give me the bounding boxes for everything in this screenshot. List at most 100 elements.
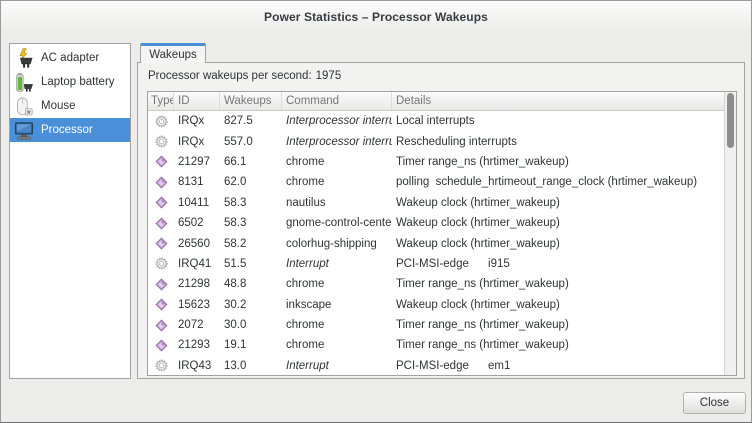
tab-wakeups[interactable]: Wakeups bbox=[140, 43, 206, 63]
row-id: 6502 bbox=[174, 217, 220, 229]
interrupt-gear-icon bbox=[155, 257, 168, 270]
table-row[interactable]: 21298 48.8 chrome Timer range_ns (hrtime… bbox=[148, 274, 736, 294]
row-details: polling schedule_hrtimeout_range_clock (… bbox=[392, 176, 736, 188]
row-details: Local interrupts bbox=[392, 115, 736, 127]
sidebar-item-label: AC adapter bbox=[41, 52, 99, 64]
process-diamond-icon bbox=[155, 217, 168, 230]
sidebar-item-mouse[interactable]: Mouse bbox=[10, 94, 130, 118]
sidebar-item-processor[interactable]: Processor bbox=[10, 118, 130, 142]
row-id: 10411 bbox=[174, 197, 220, 209]
table-body: IRQx 827.5 Interprocessor interrupt Loca… bbox=[148, 111, 736, 375]
table-row[interactable]: IRQx 557.0 Interprocessor interrupt Resc… bbox=[148, 131, 736, 151]
row-id: 26560 bbox=[174, 238, 220, 250]
row-details: Rescheduling interrupts bbox=[392, 136, 736, 148]
column-header-wakeups[interactable]: Wakeups bbox=[220, 92, 282, 110]
row-id: 21297 bbox=[174, 156, 220, 168]
row-details: Wakeup clock (hrtimer_wakeup) bbox=[392, 217, 736, 229]
row-wakeups: 13.0 bbox=[220, 360, 282, 372]
interrupt-gear-icon bbox=[155, 359, 168, 372]
table-row[interactable]: IRQx 827.5 Interprocessor interrupt Loca… bbox=[148, 111, 736, 131]
column-header-id[interactable]: ID bbox=[174, 92, 220, 110]
process-diamond-icon bbox=[155, 339, 168, 352]
process-diamond-icon bbox=[155, 196, 168, 209]
row-details: Timer range_ns (hrtimer_wakeup) bbox=[392, 278, 736, 290]
row-id: 21293 bbox=[174, 339, 220, 351]
ac-adapter-icon bbox=[14, 48, 34, 69]
vertical-scrollbar[interactable] bbox=[724, 92, 736, 375]
scrollbar-thumb[interactable] bbox=[727, 93, 734, 148]
sidebar-item-ac-adapter[interactable]: AC adapter bbox=[10, 46, 130, 70]
row-id: 21298 bbox=[174, 278, 220, 290]
processor-icon bbox=[14, 120, 34, 141]
row-wakeups: 19.1 bbox=[220, 339, 282, 351]
interrupt-gear-icon bbox=[155, 115, 168, 128]
row-details: PCI-MSI-edge i915 bbox=[392, 258, 736, 270]
table-row[interactable]: 6502 58.3 gnome-control-center Wakeup cl… bbox=[148, 213, 736, 233]
row-wakeups: 58.2 bbox=[220, 238, 282, 250]
window-title: Power Statistics – Processor Wakeups bbox=[264, 10, 488, 24]
row-details: Wakeup clock (hrtimer_wakeup) bbox=[392, 238, 736, 250]
process-diamond-icon bbox=[155, 278, 168, 291]
row-details: Timer range_ns (hrtimer_wakeup) bbox=[392, 319, 736, 331]
row-command: Interprocessor interrupt bbox=[282, 136, 392, 148]
row-command: Interrupt bbox=[282, 258, 392, 270]
row-wakeups: 30.0 bbox=[220, 319, 282, 331]
row-command: chrome bbox=[282, 278, 392, 290]
sidebar-item-laptop-battery[interactable]: Laptop battery bbox=[10, 70, 130, 94]
row-id: IRQ43 bbox=[174, 360, 220, 372]
column-header-type[interactable]: Type bbox=[148, 92, 174, 110]
row-id: 15623 bbox=[174, 299, 220, 311]
row-command: inkscape bbox=[282, 299, 392, 311]
row-wakeups: 30.2 bbox=[220, 299, 282, 311]
wakeups-summary-label: Processor wakeups per second: bbox=[148, 70, 312, 82]
wakeups-panel: Processor wakeups per second: 1975 Type … bbox=[137, 62, 745, 379]
row-details: Wakeup clock (hrtimer_wakeup) bbox=[392, 299, 736, 311]
column-header-details[interactable]: Details bbox=[392, 92, 736, 110]
row-id: 2072 bbox=[174, 319, 220, 331]
table-row[interactable]: IRQ41 51.5 Interrupt PCI-MSI-edge i915 bbox=[148, 254, 736, 274]
row-details: PCI-MSI-edge em1 bbox=[392, 360, 736, 372]
row-command: Interprocessor interrupt bbox=[282, 115, 392, 127]
row-id: IRQ41 bbox=[174, 258, 220, 270]
row-id: IRQx bbox=[174, 115, 220, 127]
row-details: Timer range_ns (hrtimer_wakeup) bbox=[392, 339, 736, 351]
row-command: gnome-control-center bbox=[282, 217, 392, 229]
column-header-command[interactable]: Command bbox=[282, 92, 392, 110]
row-wakeups: 58.3 bbox=[220, 217, 282, 229]
table-header: Type ID Wakeups Command Details bbox=[148, 92, 736, 111]
interrupt-gear-icon bbox=[155, 135, 168, 148]
process-diamond-icon bbox=[155, 298, 168, 311]
table-row[interactable]: 21293 19.1 chrome Timer range_ns (hrtime… bbox=[148, 335, 736, 355]
table-row[interactable]: 10411 58.3 nautilus Wakeup clock (hrtime… bbox=[148, 193, 736, 213]
table-row[interactable]: 26560 58.2 colorhug-shipping Wakeup cloc… bbox=[148, 233, 736, 253]
table-row[interactable]: 2072 30.0 chrome Timer range_ns (hrtimer… bbox=[148, 315, 736, 335]
process-diamond-icon bbox=[155, 237, 168, 250]
power-statistics-window: Power Statistics – Processor Wakeups AC … bbox=[0, 0, 752, 423]
sidebar-item-label: Mouse bbox=[41, 100, 76, 112]
tab-label: Wakeups bbox=[149, 49, 197, 61]
row-wakeups: 58.3 bbox=[220, 197, 282, 209]
row-details: Timer range_ns (hrtimer_wakeup) bbox=[392, 156, 736, 168]
row-wakeups: 827.5 bbox=[220, 115, 282, 127]
sidebar-item-label: Processor bbox=[41, 124, 93, 136]
table-row[interactable]: IRQ43 13.0 Interrupt PCI-MSI-edge em1 bbox=[148, 356, 736, 375]
device-list: AC adapter Laptop battery bbox=[9, 43, 131, 379]
process-diamond-icon bbox=[155, 176, 168, 189]
row-command: colorhug-shipping bbox=[282, 238, 392, 250]
table-row[interactable]: 15623 30.2 inkscape Wakeup clock (hrtime… bbox=[148, 295, 736, 315]
process-diamond-icon bbox=[155, 319, 168, 332]
row-wakeups: 66.1 bbox=[220, 156, 282, 168]
titlebar[interactable]: Power Statistics – Processor Wakeups bbox=[1, 1, 751, 31]
row-command: nautilus bbox=[282, 197, 392, 209]
row-command: Interrupt bbox=[282, 360, 392, 372]
table-row[interactable]: 8131 62.0 chrome polling schedule_hrtime… bbox=[148, 172, 736, 192]
row-wakeups: 62.0 bbox=[220, 176, 282, 188]
table-row[interactable]: 21297 66.1 chrome Timer range_ns (hrtime… bbox=[148, 152, 736, 172]
mouse-icon bbox=[14, 96, 34, 117]
close-button[interactable]: Close bbox=[683, 392, 746, 414]
row-command: chrome bbox=[282, 339, 392, 351]
row-details: Wakeup clock (hrtimer_wakeup) bbox=[392, 197, 736, 209]
row-wakeups: 48.8 bbox=[220, 278, 282, 290]
row-wakeups: 557.0 bbox=[220, 136, 282, 148]
process-diamond-icon bbox=[155, 155, 168, 168]
